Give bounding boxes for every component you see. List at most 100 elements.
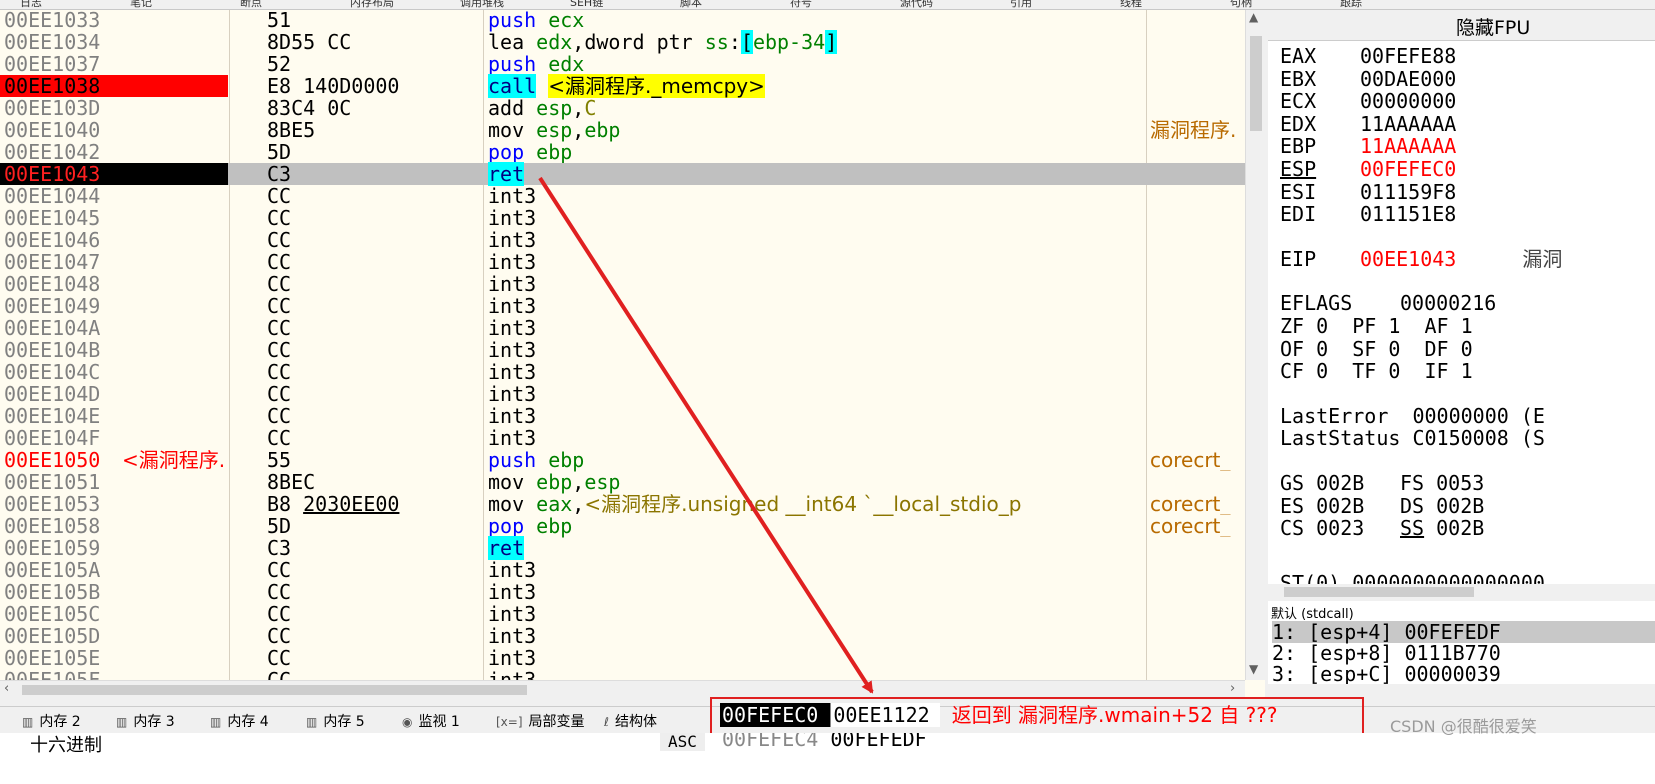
- top-tab[interactable]: 日志: [20, 0, 42, 9]
- register-ebp[interactable]: EBP 11AAAAAA: [1280, 135, 1456, 157]
- disasm-row[interactable]: 00EE1051 8BEC mov ebp,esp: [0, 471, 1245, 493]
- segment-row[interactable]: CS 0023 SS 002B: [1280, 517, 1484, 539]
- register-value[interactable]: 011159F8: [1360, 180, 1456, 204]
- segment-register[interactable]: GS 002B: [1280, 472, 1400, 494]
- register-value[interactable]: 00000000: [1360, 89, 1456, 113]
- asc-column-header[interactable]: ASC: [660, 733, 705, 751]
- scroll-thumb[interactable]: [1250, 36, 1262, 131]
- top-tab[interactable]: 符号: [790, 0, 812, 9]
- register-esp[interactable]: ESP 00FEFEC0: [1280, 158, 1456, 180]
- segment-register[interactable]: CS 0023: [1280, 517, 1400, 539]
- top-tab[interactable]: 笔记: [130, 0, 152, 9]
- disasm-row[interactable]: 00EE105D CC int3: [0, 625, 1245, 647]
- disasm-row[interactable]: 00EE1038 E8 140D0000 call <漏洞程序._memcpy>: [0, 74, 1245, 98]
- scroll-down-icon[interactable]: ▼: [1249, 662, 1258, 676]
- register-ecx[interactable]: ECX 00000000: [1280, 90, 1456, 112]
- register-value[interactable]: 00DAE000: [1360, 67, 1456, 91]
- tab-局部变量[interactable]: [x=] 局部变量: [496, 711, 585, 731]
- disasm-row[interactable]: 00EE104F CC int3: [0, 427, 1245, 449]
- disasm-row[interactable]: 00EE105B CC int3: [0, 581, 1245, 603]
- register-edx[interactable]: EDX 11AAAAAA: [1280, 113, 1456, 135]
- top-tab[interactable]: SEH链: [570, 0, 603, 9]
- flags-row[interactable]: CF 0 TF 0 IF 1: [1280, 360, 1473, 382]
- disasm-row[interactable]: 00EE1053 B8 2030EE00 mov eax,<漏洞程序.unsigne…: [0, 493, 1245, 515]
- register-value[interactable]: 00FEFE88: [1360, 44, 1456, 68]
- register-value[interactable]: 011151E8: [1360, 202, 1456, 226]
- hide-fpu-button[interactable]: 隐藏FPU: [1268, 10, 1655, 41]
- disasm-row[interactable]: 00EE1044 CC int3: [0, 185, 1245, 207]
- register-eip[interactable]: EIP 00EE1043 漏洞: [1280, 248, 1562, 270]
- top-tab[interactable]: 脚本: [680, 0, 702, 9]
- flags-row[interactable]: OF 0 SF 0 DF 0: [1280, 338, 1473, 360]
- disasm-row[interactable]: 00EE1042 5D pop ebp: [0, 141, 1245, 163]
- flags-row[interactable]: ZF 0 PF 1 AF 1: [1280, 315, 1473, 337]
- registers-horizontal-scrollbar[interactable]: [1268, 584, 1655, 600]
- top-tab[interactable]: 句柄: [1230, 0, 1252, 9]
- disasm-row[interactable]: 00EE1046 CC int3: [0, 229, 1245, 251]
- top-tab[interactable]: 跟踪: [1340, 0, 1362, 9]
- scroll-right-icon[interactable]: ›: [1230, 681, 1235, 696]
- disasm-row[interactable]: 00EE1059 C3 ret: [0, 536, 1245, 560]
- stack-row-next[interactable]: 00FEFEC4 00FEFEDF: [722, 733, 927, 751]
- register-value[interactable]: 00FEFEC0: [1360, 157, 1456, 181]
- register-ebx[interactable]: EBX 00DAE000: [1280, 68, 1456, 90]
- disasm-row[interactable]: 00EE1047 CC int3: [0, 251, 1245, 273]
- segment-register[interactable]: ES 002B: [1280, 495, 1400, 517]
- scroll-up-icon[interactable]: ▲: [1249, 10, 1258, 24]
- tab-内存-2[interactable]: ▥ 内存 2: [22, 711, 81, 731]
- top-tab[interactable]: 断点: [240, 0, 262, 9]
- tab-结构体[interactable]: ℓ 结构体: [604, 711, 657, 731]
- register-esi[interactable]: ESI 011159F8: [1280, 181, 1456, 203]
- disasm-row[interactable]: 00EE105C CC int3: [0, 603, 1245, 625]
- top-tab[interactable]: 内存布局: [350, 0, 394, 9]
- disasm-row[interactable]: 00EE1040 8BE5 mov esp,ebp 漏洞程序.: [0, 119, 1245, 141]
- tab-监视-1[interactable]: ◉ 监视 1: [402, 711, 460, 731]
- scroll-left-icon[interactable]: ‹: [4, 681, 9, 696]
- register-value[interactable]: 00000216: [1400, 291, 1496, 315]
- segment-register[interactable]: FS 0053: [1400, 471, 1484, 495]
- disasm-row[interactable]: 00EE104B CC int3: [0, 339, 1245, 361]
- disasm-row[interactable]: 00EE1050 <漏洞程序. 55 push ebp corecrt_: [0, 449, 1245, 471]
- argument-row[interactable]: 2: [esp+8] 0111B770: [1272, 642, 1501, 664]
- top-tab[interactable]: 线程: [1120, 0, 1142, 9]
- register-value[interactable]: 11AAAAAA: [1360, 112, 1456, 136]
- top-tab[interactable]: 调用堆栈: [460, 0, 504, 9]
- segment-register[interactable]: SS: [1400, 516, 1424, 540]
- register-eax[interactable]: EAX 00FEFE88: [1280, 45, 1456, 67]
- segment-row[interactable]: GS 002B FS 0053: [1280, 472, 1484, 494]
- disasm-row[interactable]: 00EE104C CC int3: [0, 361, 1245, 383]
- disasm-row[interactable]: 00EE104D CC int3: [0, 383, 1245, 405]
- disassembly-view[interactable]: 00EE1033 51 push ecx 00EE1034 8D55 CC lea edx…: [0, 10, 1265, 698]
- last-status[interactable]: LastStatus C0150008 (S: [1280, 427, 1545, 449]
- disasm-row[interactable]: 00EE105E CC int3: [0, 647, 1245, 669]
- disasm-row[interactable]: 00EE1048 CC int3: [0, 273, 1245, 295]
- disasm-vertical-scrollbar[interactable]: ▲ ▼: [1245, 10, 1266, 680]
- disasm-row[interactable]: 00EE103D 83C4 0C add esp,C: [0, 97, 1245, 119]
- disasm-row[interactable]: 00EE1049 CC int3: [0, 295, 1245, 317]
- tab-内存-4[interactable]: ▥ 内存 4: [210, 711, 269, 731]
- argument-row[interactable]: 1: [esp+4] 00FEFEDF: [1272, 621, 1655, 643]
- hex-column-header[interactable]: 十六进制: [30, 733, 102, 757]
- segment-register[interactable]: DS 002B: [1400, 494, 1484, 518]
- scroll-thumb[interactable]: [1284, 587, 1474, 597]
- tab-内存-5[interactable]: ▥ 内存 5: [306, 711, 365, 731]
- tab-内存-3[interactable]: ▥ 内存 3: [116, 711, 175, 731]
- disasm-row[interactable]: 00EE1045 CC int3: [0, 207, 1245, 229]
- segment-row[interactable]: ES 002B DS 002B: [1280, 495, 1484, 517]
- register-eflags[interactable]: EFLAGS 00000216: [1280, 292, 1496, 314]
- register-value[interactable]: 00EE1043: [1360, 247, 1456, 271]
- disasm-row[interactable]: 00EE105A CC int3: [0, 559, 1245, 581]
- register-edi[interactable]: EDI 011151E8: [1280, 203, 1456, 225]
- disasm-row[interactable]: 00EE1043 C3 ret: [0, 162, 1245, 186]
- disasm-row[interactable]: 00EE104E CC int3: [0, 405, 1245, 427]
- top-tab[interactable]: 引用: [1010, 0, 1032, 9]
- argument-row[interactable]: 3: [esp+C] 00000039: [1272, 663, 1501, 684]
- disasm-row[interactable]: 00EE1037 52 push edx: [0, 53, 1245, 75]
- dump-pane[interactable]: 十六进制 ASC 00FEFEC4 00FEFEDF: [0, 733, 1655, 784]
- register-value[interactable]: 11AAAAAA: [1360, 134, 1456, 158]
- call-arguments-pane[interactable]: 默认 (stdcall) 1: [esp+4] 00FEFEDF 2: [esp+…: [1268, 601, 1655, 684]
- disasm-row[interactable]: 00EE1033 51 push ecx: [0, 10, 1245, 31]
- scroll-thumb[interactable]: [22, 685, 527, 695]
- top-tab[interactable]: 源代码: [900, 0, 933, 9]
- registers-pane[interactable]: 隐藏FPU EAX 00FEFE88 EBX 00DAE000 ECX 00000000 E…: [1268, 10, 1655, 585]
